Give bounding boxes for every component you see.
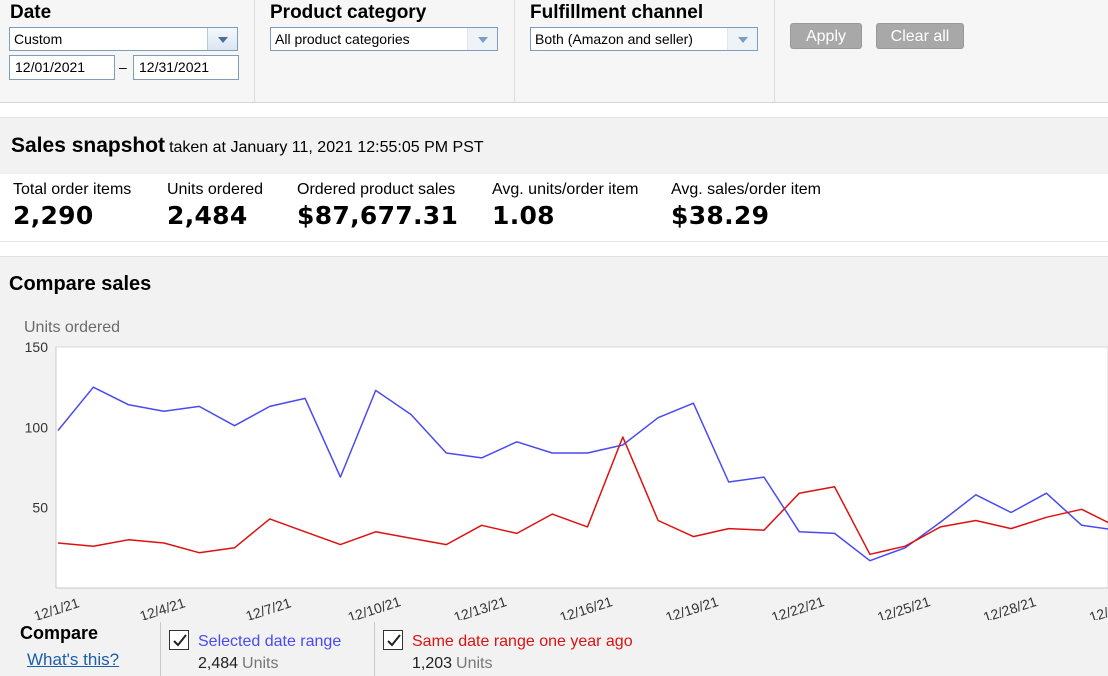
year-ago-range-checkbox[interactable] bbox=[383, 630, 403, 650]
x-tick-label: 12/4/21 bbox=[138, 594, 188, 620]
legend-year-ago-name: Same date range one year ago bbox=[412, 633, 633, 650]
x-tick-label: 12/19/21 bbox=[663, 593, 720, 620]
filter-divider bbox=[254, 0, 255, 102]
legend-divider bbox=[160, 622, 161, 676]
chevron-down-icon[interactable] bbox=[207, 28, 237, 50]
legend-total-unit: Units bbox=[456, 655, 493, 672]
metric-value: $38.29 bbox=[671, 201, 770, 230]
metric-label: Ordered product sales bbox=[297, 181, 456, 198]
chevron-down-icon[interactable] bbox=[727, 28, 757, 50]
metric-label: Units ordered bbox=[167, 181, 264, 198]
category-filter-label: Product category bbox=[270, 2, 427, 23]
start-date-input[interactable]: 12/01/2021 bbox=[9, 55, 115, 80]
metric-value: $87,677.31 bbox=[297, 201, 459, 230]
metric-value: 2,484 bbox=[167, 201, 248, 230]
legend-total-unit: Units bbox=[242, 655, 279, 672]
compare-label: Compare bbox=[20, 623, 99, 643]
end-date-input[interactable]: 12/31/2021 bbox=[133, 55, 239, 80]
date-range-selected: Custom bbox=[14, 31, 63, 47]
whats-this-link[interactable]: What's this? bbox=[27, 650, 119, 670]
snapshot-title-row: Sales snapshot taken at January 11, 2021 … bbox=[11, 134, 484, 158]
legend-year-ago-total: 1,203 Units bbox=[412, 655, 493, 673]
metric-value: 1.08 bbox=[492, 201, 555, 230]
legend-selected-range-total: 2,484 Units bbox=[198, 655, 279, 673]
compare-sales-title: Compare sales bbox=[9, 273, 152, 295]
units-ordered-line-chart: 50 100 150 12/1/21 12/4/21 12/7/21 12/10/21 12/… bbox=[25, 339, 1108, 620]
x-tick-label: 12/31/21 bbox=[1087, 593, 1108, 620]
metric-avg-sales-per-order-item: Avg. sales/order item $38.29 bbox=[671, 181, 821, 230]
legend-total-value: 2,484 bbox=[198, 655, 239, 672]
x-tick-label: 12/22/21 bbox=[769, 593, 826, 620]
fulfillment-channel-selected: Both (Amazon and seller) bbox=[535, 31, 693, 47]
filter-divider bbox=[774, 0, 775, 102]
x-tick-label: 12/10/21 bbox=[346, 593, 403, 620]
y-tick-label: 50 bbox=[32, 500, 48, 516]
sales-snapshot-header: Sales snapshot taken at January 11, 2021 … bbox=[0, 117, 1108, 174]
x-tick-label: 12/28/21 bbox=[981, 593, 1038, 620]
snapshot-timestamp: taken at January 11, 2021 12:55:05 PM PS… bbox=[169, 139, 484, 156]
metric-label: Avg. units/order item bbox=[492, 181, 639, 198]
apply-button[interactable]: Apply bbox=[790, 23, 862, 49]
filter-divider bbox=[514, 0, 515, 102]
product-category-dropdown[interactable]: All product categories bbox=[270, 27, 498, 51]
chevron-down-icon[interactable] bbox=[467, 28, 497, 50]
product-category-selected: All product categories bbox=[275, 31, 410, 47]
filter-bar: Date Custom 12/01/2021 – 12/31/2021 Prod… bbox=[0, 0, 1108, 103]
metric-value: 2,290 bbox=[13, 201, 94, 230]
date-separator: – bbox=[119, 59, 127, 75]
y-tick-label: 150 bbox=[25, 339, 49, 355]
snapshot-metrics: Total order items 2,290 Units ordered 2,… bbox=[0, 174, 1108, 242]
x-tick-label: 12/16/21 bbox=[558, 593, 615, 620]
x-tick-label: 12/25/21 bbox=[875, 593, 932, 620]
x-tick-label: 12/1/21 bbox=[32, 594, 82, 620]
checkmark-icon bbox=[387, 634, 401, 647]
metric-total-order-items: Total order items 2,290 bbox=[13, 181, 131, 230]
fulfillment-channel-dropdown[interactable]: Both (Amazon and seller) bbox=[530, 27, 758, 51]
metric-avg-units-per-order-item: Avg. units/order item 1.08 bbox=[492, 181, 638, 230]
legend-total-value: 1,203 bbox=[412, 655, 453, 672]
legend-divider bbox=[374, 622, 375, 676]
metric-units-ordered: Units ordered 2,484 bbox=[167, 181, 263, 230]
y-tick-label: 100 bbox=[25, 419, 49, 435]
date-range-dropdown[interactable]: Custom bbox=[9, 27, 238, 51]
metric-ordered-product-sales: Ordered product sales $87,677.31 bbox=[297, 181, 458, 230]
clear-all-button[interactable]: Clear all bbox=[876, 23, 964, 49]
chart-plot-area bbox=[55, 346, 1108, 589]
channel-filter-label: Fulfillment channel bbox=[530, 2, 704, 23]
snapshot-title: Sales snapshot bbox=[11, 134, 166, 157]
metric-label: Avg. sales/order item bbox=[671, 181, 821, 198]
selected-range-checkbox[interactable] bbox=[169, 630, 189, 650]
x-tick-label: 12/13/21 bbox=[452, 593, 509, 620]
checkmark-icon bbox=[173, 634, 187, 647]
metric-label: Total order items bbox=[13, 181, 132, 198]
legend-selected-range-name: Selected date range bbox=[198, 633, 342, 650]
x-tick-label: 12/7/21 bbox=[244, 594, 294, 620]
date-filter-label: Date bbox=[10, 2, 52, 23]
